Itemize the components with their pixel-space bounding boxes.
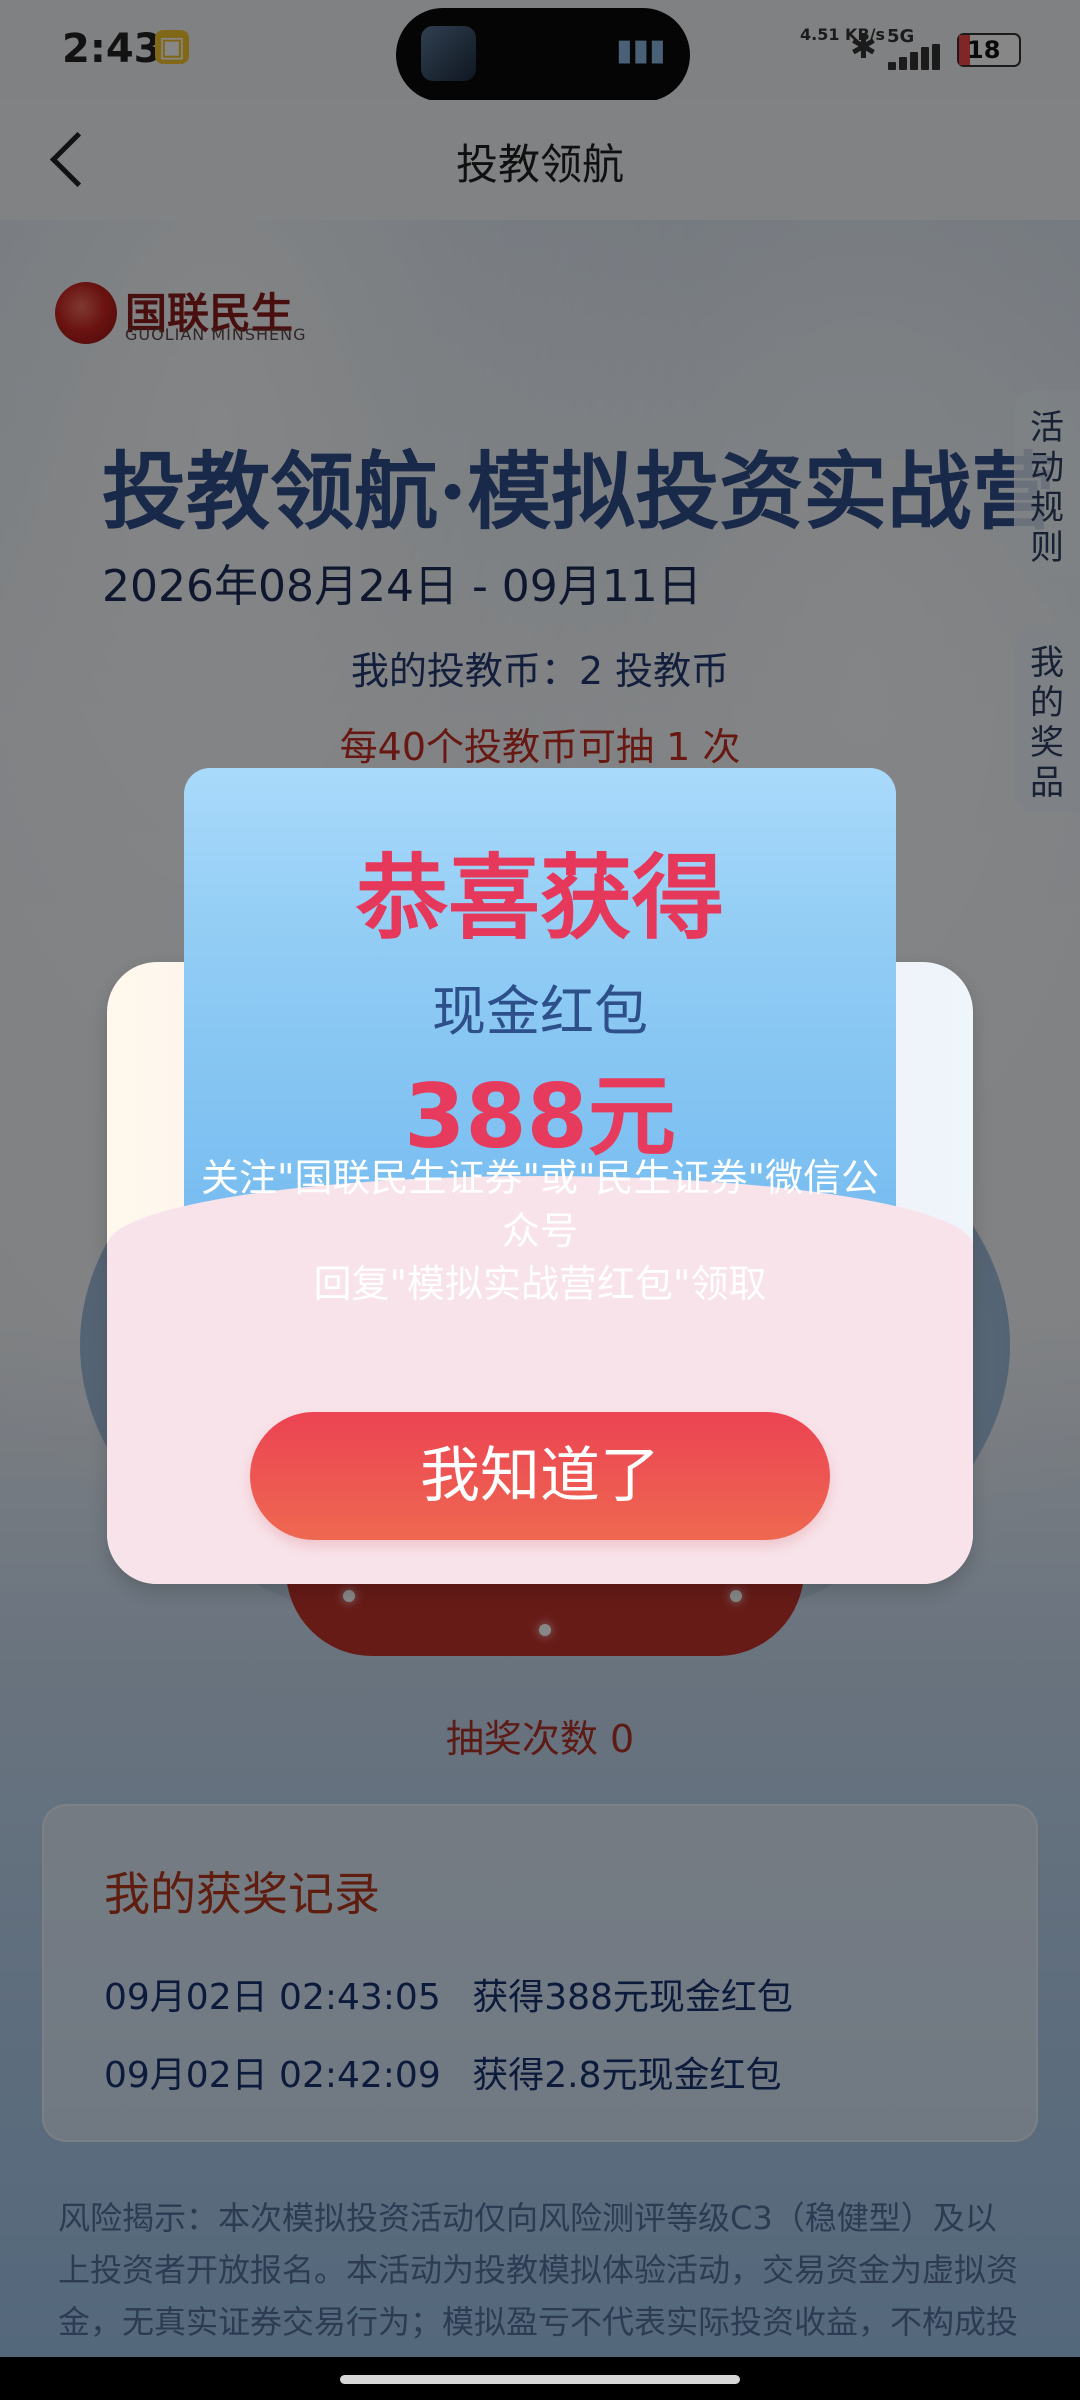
home-indicator[interactable] [340, 2375, 740, 2384]
activity-screen: 2:43 ▣ ▮▮▮ 4.51 KB/s ✱ 5G 18 投教领航 国联民生 G… [0, 0, 1080, 2400]
reward-prize-name: 现金红包 [432, 980, 648, 1043]
reward-congrats-title: 恭喜获得 [355, 845, 724, 952]
reward-claim-instructions: 关注"国联民生证券"或"民生证券"微信公众号 回复"模拟实战营红包"领取 [200, 1152, 880, 1311]
reward-instruction-line-1: 关注"国联民生证券"或"民生证券"微信公众号 [201, 1156, 879, 1253]
confirm-button[interactable]: 我知道了 [250, 1412, 830, 1540]
reward-instruction-line-2: 回复"模拟实战营红包"领取 [313, 1262, 767, 1306]
